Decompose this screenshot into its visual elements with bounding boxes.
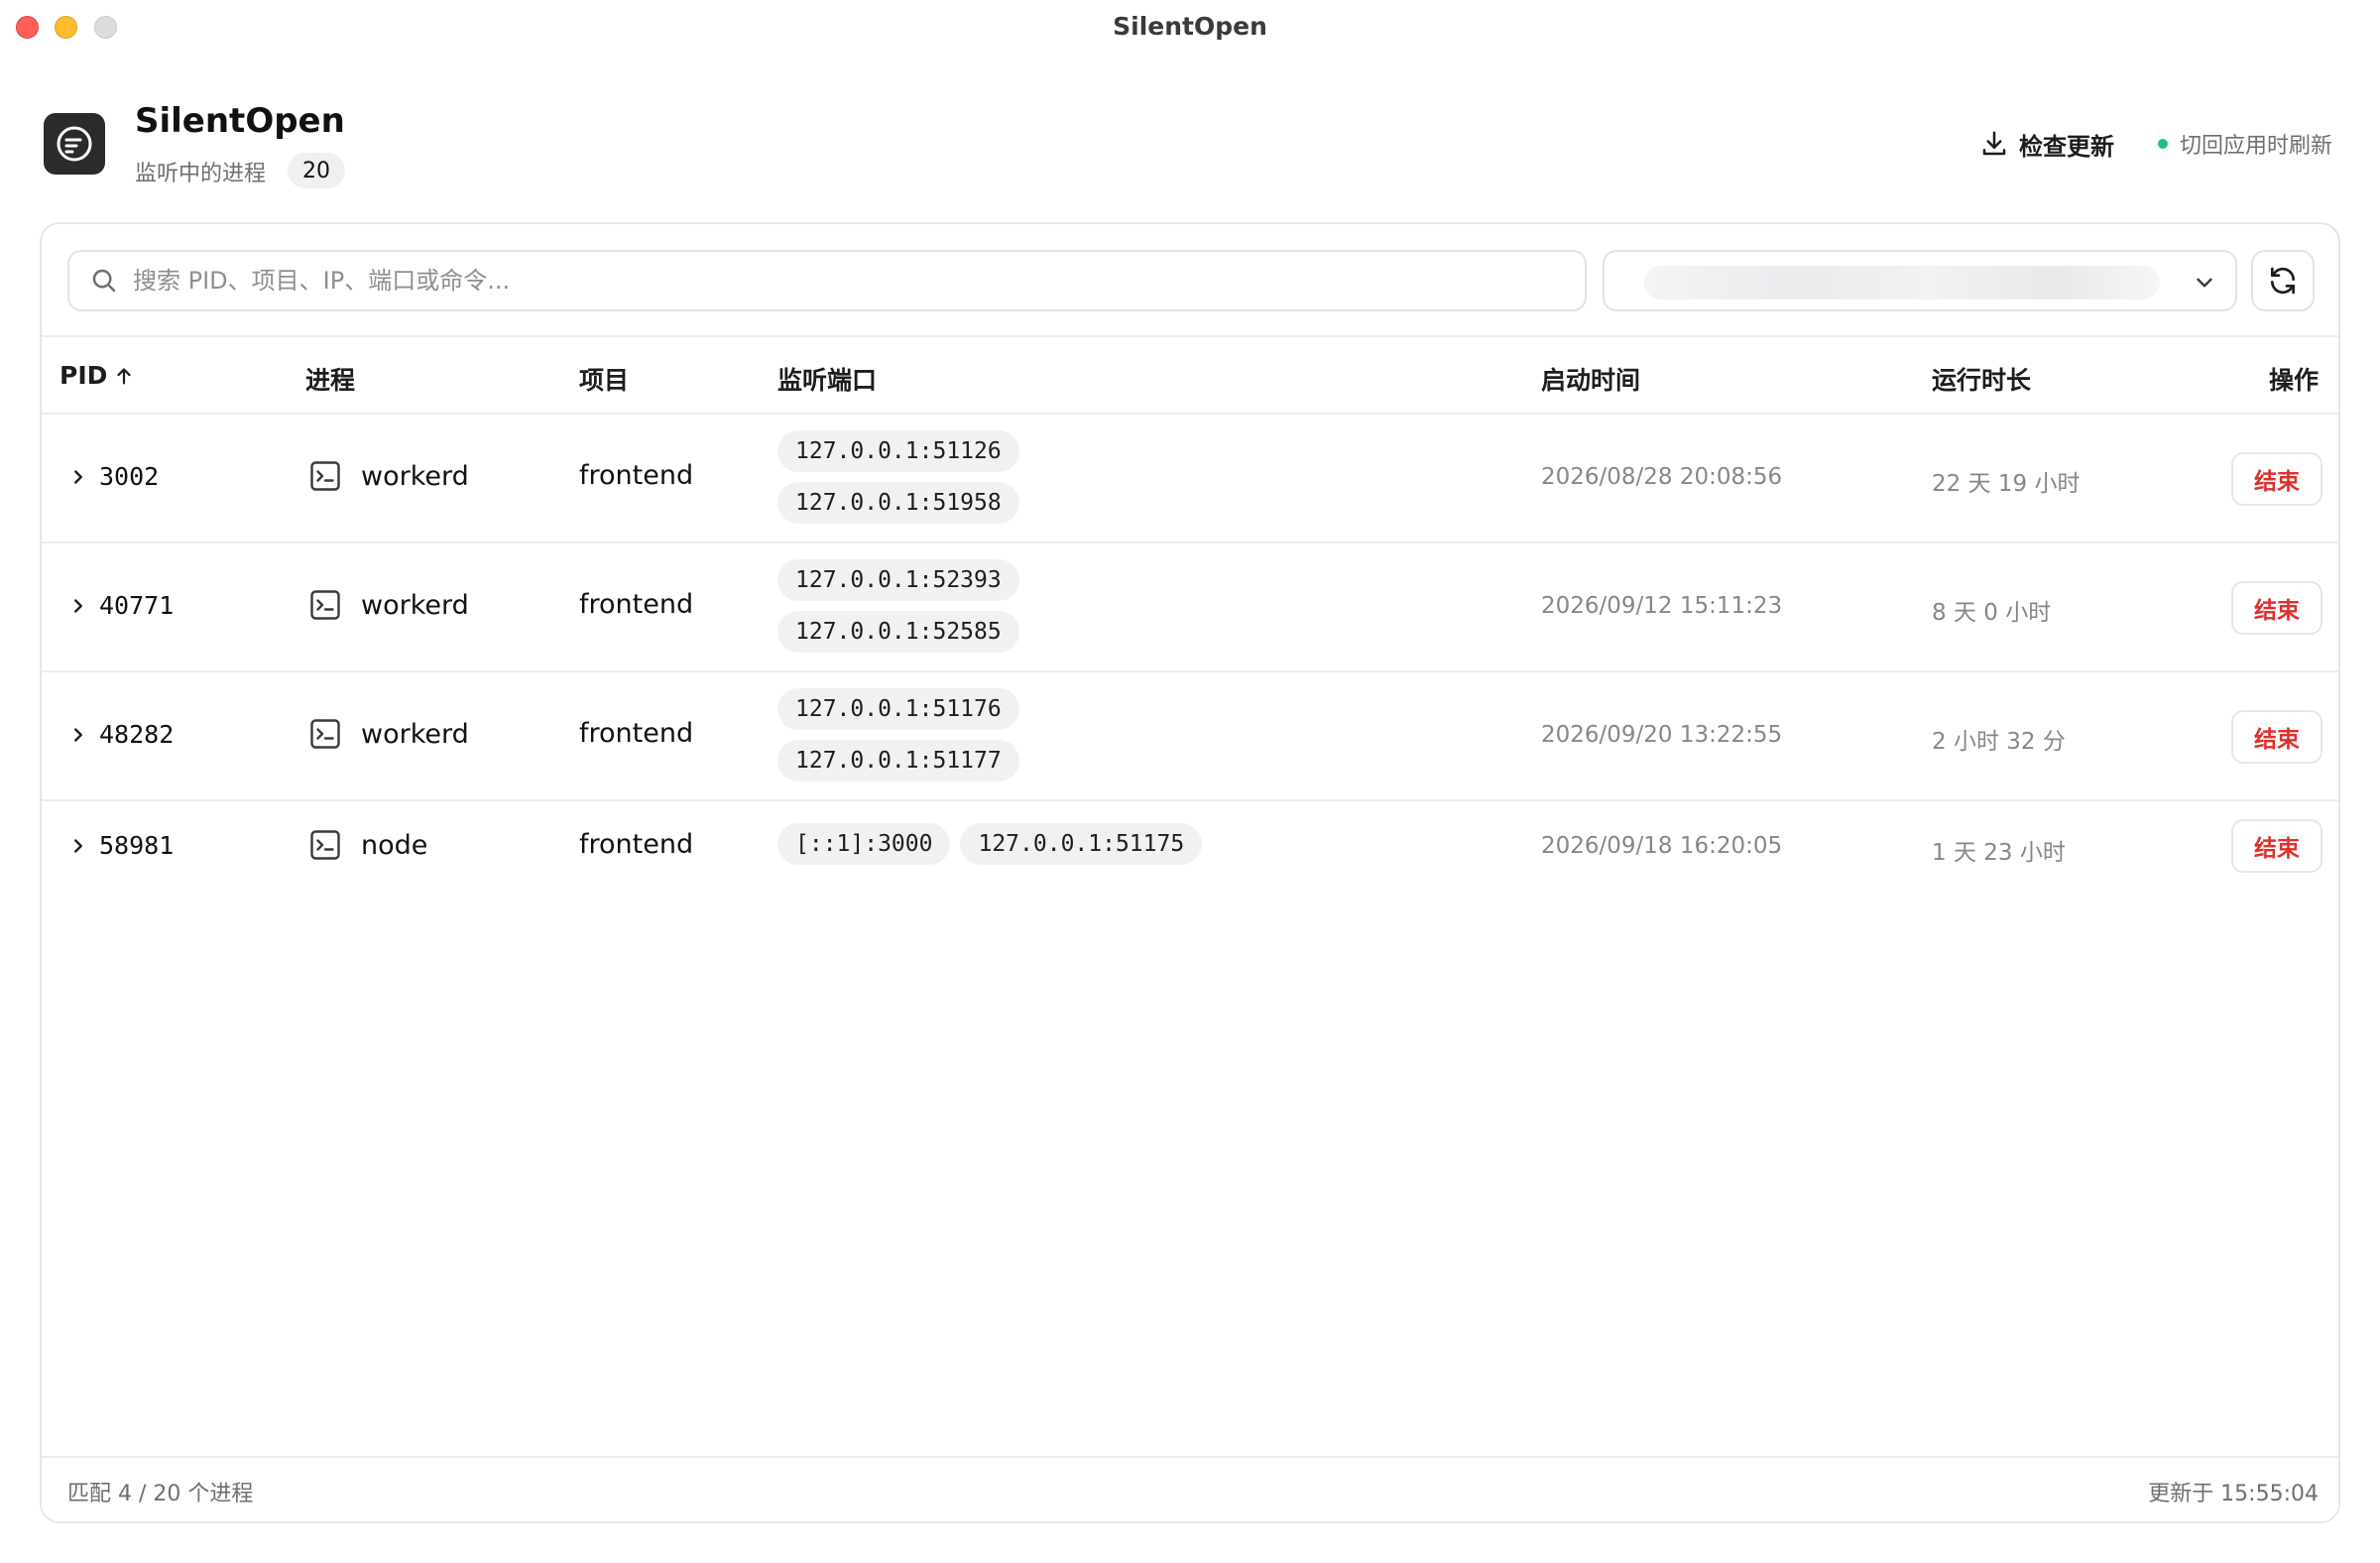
- terminal-icon: [310, 590, 340, 620]
- auto-refresh-label: 切回应用时刷新: [2180, 134, 2333, 159]
- chevron-right-icon: [74, 470, 82, 484]
- port-badge: 127.0.0.1:52585: [777, 611, 1019, 653]
- chevron-right-icon: [74, 839, 82, 853]
- start-time-cell: 2026/08/28 20:08:56: [1541, 464, 1783, 490]
- port-badge: [::1]:3000: [777, 823, 951, 865]
- port-badge: 127.0.0.1:51958: [777, 482, 1019, 524]
- terminal-icon: [310, 461, 340, 491]
- expand-row-button[interactable]: [67, 724, 89, 746]
- ports-cell: 127.0.0.1:51176 127.0.0.1:51177: [777, 688, 1019, 782]
- duration-cell: 8 天 0 小时: [1932, 600, 2052, 626]
- auto-refresh-status: 切回应用时刷新: [2158, 125, 2332, 163]
- title-bar: SilentOpen: [0, 0, 2380, 54]
- pid-cell: 58981: [99, 831, 175, 860]
- kill-process-button[interactable]: 结束: [2231, 581, 2322, 635]
- pid-cell: 3002: [99, 462, 160, 491]
- status-footer: 匹配 4 / 20 个进程 更新于 15:55:04: [42, 1456, 2338, 1521]
- project-cell: frontend: [579, 589, 694, 620]
- port-badge: 127.0.0.1:51175: [960, 823, 1203, 865]
- column-header-project[interactable]: 项目: [579, 361, 629, 397]
- process-name: node: [361, 829, 428, 861]
- app-logo-icon: [44, 113, 105, 175]
- port-badge: 127.0.0.1:51177: [777, 740, 1019, 782]
- kill-process-button[interactable]: 结束: [2231, 710, 2322, 764]
- column-header-ports[interactable]: 监听端口: [777, 361, 877, 397]
- column-header-pid[interactable]: PID: [60, 361, 135, 390]
- chevron-right-icon: [74, 599, 82, 613]
- chevron-right-icon: [74, 728, 82, 742]
- filter-select[interactable]: [1603, 250, 2237, 311]
- search-box[interactable]: [67, 250, 1587, 311]
- process-name: workerd: [361, 718, 469, 750]
- table-row[interactable]: 3002 workerd frontend 127.0.0.1:51126 12…: [42, 415, 2338, 543]
- chevron-down-icon: [2197, 278, 2212, 288]
- terminal-icon: [310, 719, 340, 749]
- ports-cell: [::1]:3000 127.0.0.1:51175: [777, 823, 1203, 865]
- pid-cell: 40771: [99, 591, 175, 620]
- project-cell: frontend: [579, 460, 694, 491]
- start-time-cell: 2026/09/12 15:11:23: [1541, 593, 1783, 619]
- kill-process-button[interactable]: 结束: [2231, 452, 2322, 506]
- updated-time: 更新于 15:55:04: [2148, 1482, 2319, 1506]
- status-dot-icon: [2158, 139, 2168, 149]
- process-cell: workerd: [307, 587, 469, 623]
- ports-cell: 127.0.0.1:51126 127.0.0.1:51958: [777, 430, 1019, 524]
- match-summary: 匹配 4 / 20 个进程: [67, 1482, 254, 1506]
- listening-processes-label: 监听中的进程: [135, 162, 267, 186]
- project-cell: frontend: [579, 829, 694, 860]
- table-row[interactable]: 40771 workerd frontend 127.0.0.1:52393 1…: [42, 543, 2338, 672]
- table-header: PID 进程 项目 监听端口 启动时间 运行时长 操作: [42, 335, 2338, 415]
- duration-cell: 1 天 23 小时: [1932, 840, 2066, 866]
- column-header-duration[interactable]: 运行时长: [1932, 361, 2031, 397]
- refresh-button[interactable]: [2251, 250, 2315, 311]
- kill-process-button[interactable]: 结束: [2231, 819, 2322, 873]
- process-cell: workerd: [307, 716, 469, 752]
- table-row[interactable]: 58981 node frontend [::1]:3000 127.0.0.1…: [42, 801, 2338, 891]
- project-cell: frontend: [579, 718, 694, 749]
- process-panel: PID 进程 项目 监听端口 启动时间 运行时长 操作 3002 worker: [40, 222, 2340, 1523]
- app-window: SilentOpen SilentOpen 监听中的进程 20 检查更新 切回应…: [0, 0, 2380, 1563]
- column-header-process[interactable]: 进程: [305, 361, 355, 397]
- terminal-icon: [310, 830, 340, 860]
- duration-cell: 2 小时 32 分: [1932, 729, 2066, 755]
- search-icon: [92, 269, 116, 293]
- check-update-label: 检查更新: [2019, 132, 2114, 161]
- process-name: workerd: [361, 460, 469, 492]
- sort-ascending-icon: [117, 367, 131, 384]
- check-update-button[interactable]: 检查更新: [1979, 125, 2114, 163]
- process-cell: node: [307, 827, 427, 863]
- port-badge: 127.0.0.1:52393: [777, 559, 1019, 601]
- download-icon: [1982, 131, 2006, 156]
- start-time-cell: 2026/09/18 16:20:05: [1541, 833, 1783, 859]
- expand-row-button[interactable]: [67, 466, 89, 488]
- duration-cell: 22 天 19 小时: [1932, 471, 2081, 497]
- window-title: SilentOpen: [1113, 12, 1267, 41]
- refresh-icon: [2271, 267, 2295, 295]
- process-count-badge: 20: [288, 153, 345, 188]
- app-name: SilentOpen: [135, 101, 345, 141]
- column-header-start-time[interactable]: 启动时间: [1541, 361, 1640, 397]
- pid-cell: 48282: [99, 720, 175, 749]
- ports-cell: 127.0.0.1:52393 127.0.0.1:52585: [777, 559, 1019, 653]
- process-name: workerd: [361, 589, 469, 621]
- expand-row-button[interactable]: [67, 835, 89, 857]
- port-badge: 127.0.0.1:51126: [777, 430, 1019, 472]
- expand-row-button[interactable]: [67, 595, 89, 617]
- search-input[interactable]: [133, 267, 1561, 295]
- port-badge: 127.0.0.1:51176: [777, 688, 1019, 730]
- column-header-action: 操作: [2269, 366, 2320, 395]
- redacted-select-value: [1644, 266, 2160, 300]
- start-time-cell: 2026/09/20 13:22:55: [1541, 722, 1783, 748]
- process-cell: workerd: [307, 458, 469, 494]
- table-row[interactable]: 48282 workerd frontend 127.0.0.1:51176 1…: [42, 672, 2338, 801]
